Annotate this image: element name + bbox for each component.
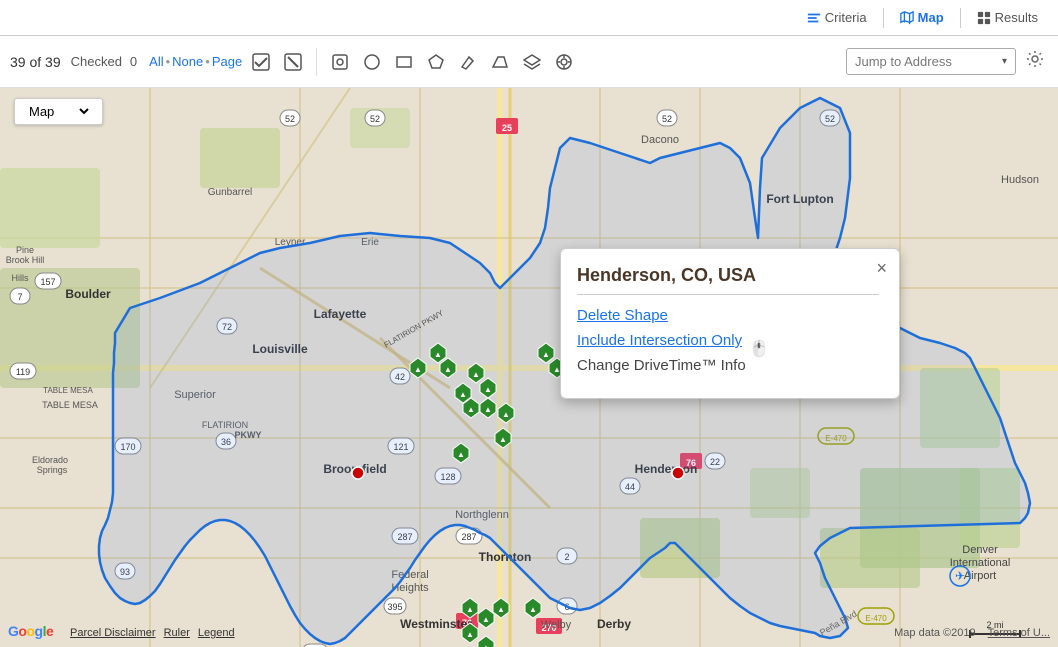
include-intersection-link[interactable]: Include Intersection Only (577, 332, 879, 349)
attribution-text: Map data ©2019 (894, 627, 976, 639)
rectangle-tool-btn[interactable] (391, 49, 417, 75)
erase-tool-btn[interactable] (487, 49, 513, 75)
select-none-link[interactable]: None (172, 54, 203, 69)
map-label: Map (918, 10, 944, 25)
svg-text:▲: ▲ (459, 390, 467, 399)
svg-text:TABLE MESA: TABLE MESA (42, 400, 98, 410)
svg-text:▲: ▲ (467, 405, 475, 414)
map-type-dropdown[interactable]: Map Satellite Hybrid (25, 103, 92, 120)
parcel-disclaimer-link[interactable]: Parcel Disclaimer (70, 627, 156, 639)
settings-btn[interactable] (1022, 46, 1048, 77)
svg-text:Westminster: Westminster (400, 617, 472, 631)
svg-text:▲: ▲ (444, 365, 452, 374)
svg-text:Brook Hill: Brook Hill (6, 255, 45, 265)
jump-address-text: Jump to Address (855, 54, 952, 69)
jump-address-arrow: ▾ (1002, 56, 1007, 67)
results-label: Results (995, 10, 1038, 25)
nav-divider-1 (883, 8, 884, 28)
svg-text:▲: ▲ (457, 450, 465, 459)
svg-text:▲: ▲ (466, 605, 474, 614)
criteria-nav-btn[interactable]: Criteria (799, 6, 875, 29)
svg-text:Dacono: Dacono (641, 134, 679, 146)
jump-address-input[interactable]: Jump to Address ▾ (846, 48, 1016, 75)
terms-link[interactable]: Terms of U... (988, 627, 1050, 639)
svg-text:▲: ▲ (529, 605, 537, 614)
polygon-tool-btn[interactable] (423, 49, 449, 75)
svg-text:Eldorado: Eldorado (32, 455, 68, 465)
delete-shape-link[interactable]: Delete Shape (577, 307, 879, 324)
svg-text:52: 52 (370, 114, 380, 124)
svg-text:▲: ▲ (482, 643, 490, 647)
target-tool-btn[interactable] (551, 49, 577, 75)
legend-link[interactable]: Legend (198, 627, 235, 639)
criteria-label: Criteria (825, 10, 867, 25)
checked-count: 0 (130, 54, 137, 69)
map-nav-btn[interactable]: Map (892, 6, 952, 29)
change-drivetime-link[interactable]: Change DriveTime™ Info (577, 357, 879, 374)
layers-tool-btn[interactable] (519, 49, 545, 75)
svg-text:▲: ▲ (542, 350, 550, 359)
svg-text:E-470: E-470 (865, 614, 887, 623)
svg-text:TABLE MESA: TABLE MESA (43, 386, 93, 395)
map-type-select[interactable]: Map Satellite Hybrid (14, 98, 103, 125)
svg-text:▲: ▲ (499, 435, 507, 444)
svg-text:▲: ▲ (466, 630, 474, 639)
svg-text:52: 52 (285, 114, 295, 124)
top-nav-bar: Criteria Map Results (0, 0, 1058, 36)
record-count: 39 of 39 (10, 54, 61, 70)
svg-text:▲: ▲ (482, 615, 490, 624)
svg-text:Gunbarrel: Gunbarrel (208, 187, 252, 198)
svg-text:157: 157 (40, 277, 55, 287)
check-all-btn[interactable] (248, 49, 274, 75)
svg-text:▲: ▲ (472, 370, 480, 379)
svg-text:Denver: Denver (962, 544, 998, 556)
map-footer: Parcel Disclaimer Ruler Legend (70, 627, 235, 639)
svg-text:▲: ▲ (484, 405, 492, 414)
uncheck-all-btn[interactable] (280, 49, 306, 75)
nav-divider-2 (960, 8, 961, 28)
checked-label: Checked (71, 54, 122, 69)
svg-text:▲: ▲ (497, 605, 505, 614)
svg-text:▲: ▲ (484, 385, 492, 394)
svg-text:Boulder: Boulder (65, 287, 111, 301)
ruler-link[interactable]: Ruler (164, 627, 190, 639)
svg-text:25: 25 (502, 123, 512, 133)
map-container[interactable]: 25 76 76 270 70 E-470 E-470 52 52 52 52 … (0, 88, 1058, 647)
svg-text:287: 287 (461, 532, 476, 542)
popup-close-btn[interactable]: × (876, 259, 887, 277)
popup-title: Henderson, CO, USA (577, 265, 879, 295)
svg-text:▲: ▲ (414, 365, 422, 374)
svg-text:Hudson: Hudson (1001, 174, 1039, 186)
svg-text:Welby: Welby (541, 619, 572, 631)
pencil-tool-btn[interactable] (455, 49, 481, 75)
svg-text:7: 7 (17, 292, 22, 302)
svg-text:395: 395 (387, 602, 402, 612)
svg-text:International: International (950, 557, 1011, 569)
select-links: All • None • Page (149, 54, 242, 69)
toolbar-divider-1 (316, 48, 317, 76)
map-attribution: Map data ©2019 Terms of U... (894, 627, 1050, 639)
select-page-link[interactable]: Page (212, 54, 242, 69)
svg-text:✈: ✈ (955, 569, 965, 583)
svg-text:119: 119 (16, 367, 30, 377)
location-popup: × Henderson, CO, USA Delete Shape Includ… (560, 248, 900, 399)
google-logo: Google (8, 623, 53, 639)
svg-text:Pine: Pine (16, 245, 34, 255)
svg-text:Hills: Hills (12, 273, 29, 283)
select-tool-btn[interactable] (327, 49, 353, 75)
svg-text:Derby: Derby (597, 617, 631, 631)
jump-address-container: Jump to Address ▾ (846, 46, 1048, 77)
svg-text:▲: ▲ (434, 350, 442, 359)
circle-tool-btn[interactable] (359, 49, 385, 75)
svg-text:Springs: Springs (37, 465, 68, 475)
select-all-link[interactable]: All (149, 54, 163, 69)
svg-text:52: 52 (662, 114, 672, 124)
svg-text:▲: ▲ (502, 410, 510, 419)
results-nav-btn[interactable]: Results (969, 6, 1046, 29)
toolbar: 39 of 39 Checked 0 All • None • Page (0, 36, 1058, 88)
